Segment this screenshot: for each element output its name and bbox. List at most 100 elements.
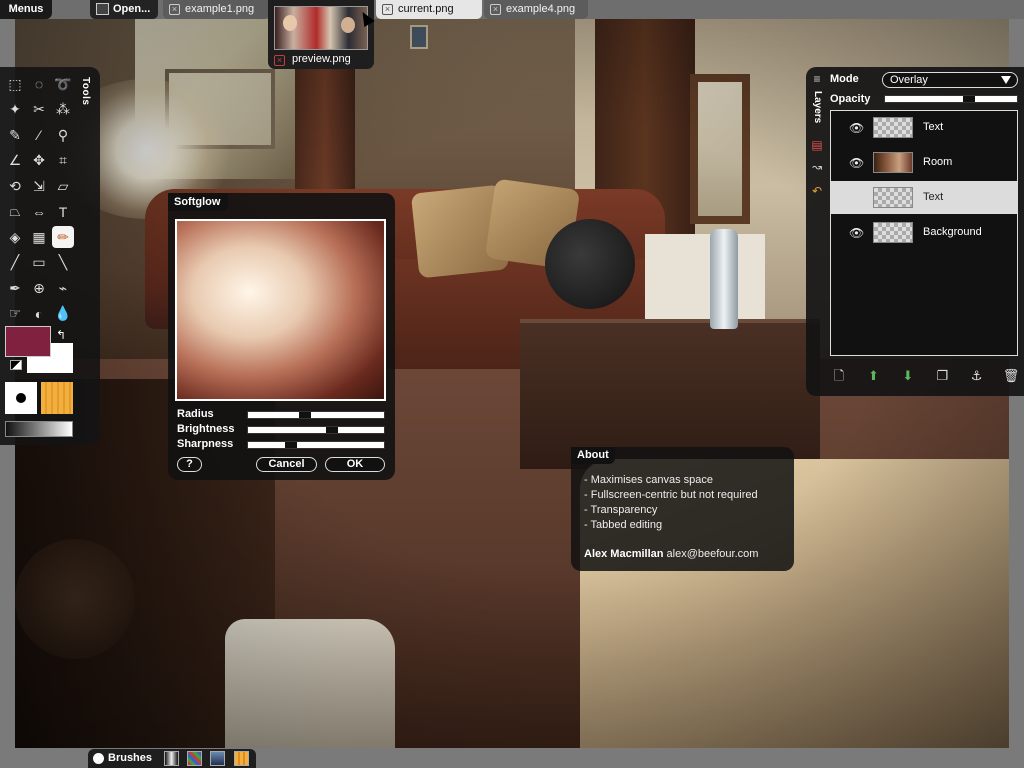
ellipse-select-icon[interactable]: ◌ xyxy=(28,73,50,95)
layer-name[interactable]: Background xyxy=(923,226,982,238)
zoom-icon[interactable]: ⚲ xyxy=(52,124,74,146)
lower-layer-icon[interactable]: ⬇ xyxy=(899,367,917,385)
layer-thumbnail xyxy=(873,222,913,243)
paintbrush-icon[interactable]: ╱ xyxy=(4,252,26,274)
flip-icon[interactable]: ⇔ xyxy=(28,201,50,223)
tab-preview-popup[interactable]: × preview.png xyxy=(268,0,374,69)
layer-name[interactable]: Text xyxy=(923,191,943,203)
duplicate-layer-icon[interactable]: ❐ xyxy=(933,367,951,385)
swap-colors-icon[interactable]: ↰ xyxy=(56,328,66,342)
bottom-bar: Brushes xyxy=(88,749,256,768)
shear-icon[interactable]: ▱ xyxy=(52,175,74,197)
sharpness-slider[interactable] xyxy=(247,441,385,449)
tab-open[interactable]: Open... xyxy=(90,0,158,19)
brushes-button[interactable]: Brushes xyxy=(92,751,152,766)
brush-preview[interactable] xyxy=(5,382,37,414)
perspective-icon[interactable]: ⏢ xyxy=(4,201,26,223)
blur-icon[interactable]: 💧 xyxy=(52,303,74,325)
blend-icon[interactable]: ▦ xyxy=(28,226,50,248)
gradient-preview[interactable] xyxy=(5,421,73,437)
mode-select[interactable]: Overlay xyxy=(882,72,1018,88)
clone-icon[interactable]: ⊕ xyxy=(28,277,50,299)
open-file-icon xyxy=(96,3,109,15)
layer-row[interactable]: Text xyxy=(831,181,1017,214)
move-icon[interactable]: ✥ xyxy=(28,150,50,172)
airbrush-icon[interactable]: ╲ xyxy=(52,252,74,274)
tab-example1[interactable]: × example1.png xyxy=(163,0,269,19)
pencil-icon[interactable]: ✏ xyxy=(52,226,74,248)
help-button[interactable]: ? xyxy=(177,457,202,472)
palettes-icon[interactable] xyxy=(187,751,202,766)
opacity-slider[interactable] xyxy=(884,95,1018,103)
ink-icon[interactable]: ✒ xyxy=(4,277,26,299)
channels-icon[interactable]: ▤ xyxy=(809,137,825,153)
opacity-slider-knob[interactable] xyxy=(963,96,975,102)
radius-slider-knob[interactable] xyxy=(299,412,311,418)
brightness-slider[interactable] xyxy=(247,426,385,434)
eye-icon[interactable]: 👁 xyxy=(849,226,864,240)
undo-history-icon[interactable]: ↶ xyxy=(809,183,825,199)
menus-button[interactable]: Menus xyxy=(0,0,52,19)
eye-icon[interactable]: 👁 xyxy=(849,156,864,170)
pattern-preview[interactable] xyxy=(41,382,73,414)
foreground-color-swatch[interactable] xyxy=(5,326,51,357)
preview-label: preview.png xyxy=(292,53,351,65)
close-icon[interactable]: × xyxy=(274,55,285,66)
magic-wand-icon[interactable]: ✦ xyxy=(4,99,26,121)
radius-slider[interactable] xyxy=(247,411,385,419)
layer-name[interactable]: Text xyxy=(923,121,943,133)
measure-icon[interactable]: ∠ xyxy=(4,150,26,172)
tab-current-label: current.png xyxy=(398,3,454,15)
close-icon[interactable]: × xyxy=(490,4,501,15)
ok-button[interactable]: OK xyxy=(325,457,385,472)
sharpness-slider-knob[interactable] xyxy=(285,442,297,448)
anchor-layer-icon[interactable]: ⚓ xyxy=(968,367,986,385)
smudge-icon[interactable]: ☞ xyxy=(4,303,26,325)
radius-slider-row: Radius xyxy=(177,408,387,422)
reset-colors-icon[interactable] xyxy=(10,360,22,370)
cancel-button[interactable]: Cancel xyxy=(256,457,317,472)
gradients-icon[interactable] xyxy=(164,751,179,766)
eraser-icon[interactable]: ▭ xyxy=(28,252,50,274)
list-item: - Fullscreen-centric but not required xyxy=(584,489,758,501)
images-icon[interactable] xyxy=(210,751,225,766)
layer-thumbnail xyxy=(873,187,913,208)
softglow-title: Softglow xyxy=(168,193,228,211)
paths-icon[interactable]: ↝ xyxy=(809,159,825,175)
tab-example4[interactable]: × example4.png xyxy=(484,0,588,19)
layers-side-tab[interactable]: ≡ Layers ▤ ↝ ↶ xyxy=(806,67,828,207)
top-bar: Menus Open... × example1.png × current.p… xyxy=(0,0,1024,19)
text-icon[interactable]: T xyxy=(52,201,74,223)
author-name: Alex Macmillan xyxy=(584,548,664,560)
lasso-icon[interactable]: ➰ xyxy=(52,73,74,95)
paths-icon[interactable]: ✎ xyxy=(4,124,26,146)
dodge-burn-icon[interactable]: ◐ xyxy=(28,303,50,325)
new-layer-icon[interactable]: 🗋 xyxy=(830,367,848,385)
eye-icon[interactable]: 👁 xyxy=(849,121,864,135)
bucket-fill-icon[interactable]: ◈ xyxy=(4,226,26,248)
layers-stack-icon[interactable]: ≡ xyxy=(809,71,825,87)
tab-current[interactable]: × current.png xyxy=(376,0,482,19)
layer-row[interactable]: 👁 Room xyxy=(831,146,1017,179)
delete-layer-icon[interactable]: 🗑 xyxy=(1002,367,1020,385)
layer-row[interactable]: 👁 Background xyxy=(831,216,1017,249)
fuzzy-select-icon[interactable]: ⁂ xyxy=(52,99,74,121)
scissors-icon[interactable]: ✂ xyxy=(28,99,50,121)
brightness-slider-knob[interactable] xyxy=(326,427,338,433)
scale-icon[interactable]: ⇲ xyxy=(28,175,50,197)
about-title: About xyxy=(571,447,615,464)
layer-row[interactable]: 👁 Text xyxy=(831,111,1017,144)
layer-name[interactable]: Room xyxy=(923,156,952,168)
color-picker-icon[interactable]: ⁄ xyxy=(28,124,50,146)
close-icon[interactable]: × xyxy=(382,4,393,15)
tools-palette: Tools ⬚ ◌ ➰ ✦ ✂ ⁂ ✎ ⁄ ⚲ ∠ ✥ ⌗ ⟲ ⇲ ▱ ⏢ ⇔ T ◈ ▦ ✏ ╱ ▭ ╲ ✒ ⊕ ⌁ ☞ ◐ 💧 ↰ xyxy=(0,67,100,445)
raise-layer-icon[interactable]: ⬆ xyxy=(864,367,882,385)
crop-icon[interactable]: ⌗ xyxy=(52,150,74,172)
opacity-label: Opacity xyxy=(830,93,871,105)
patterns-icon[interactable] xyxy=(234,751,249,766)
close-icon[interactable]: × xyxy=(169,4,180,15)
rotate-icon[interactable]: ⟲ xyxy=(4,175,26,197)
rect-select-icon[interactable]: ⬚ xyxy=(4,73,26,95)
list-item: - Transparency xyxy=(584,504,658,516)
heal-icon[interactable]: ⌁ xyxy=(52,277,74,299)
